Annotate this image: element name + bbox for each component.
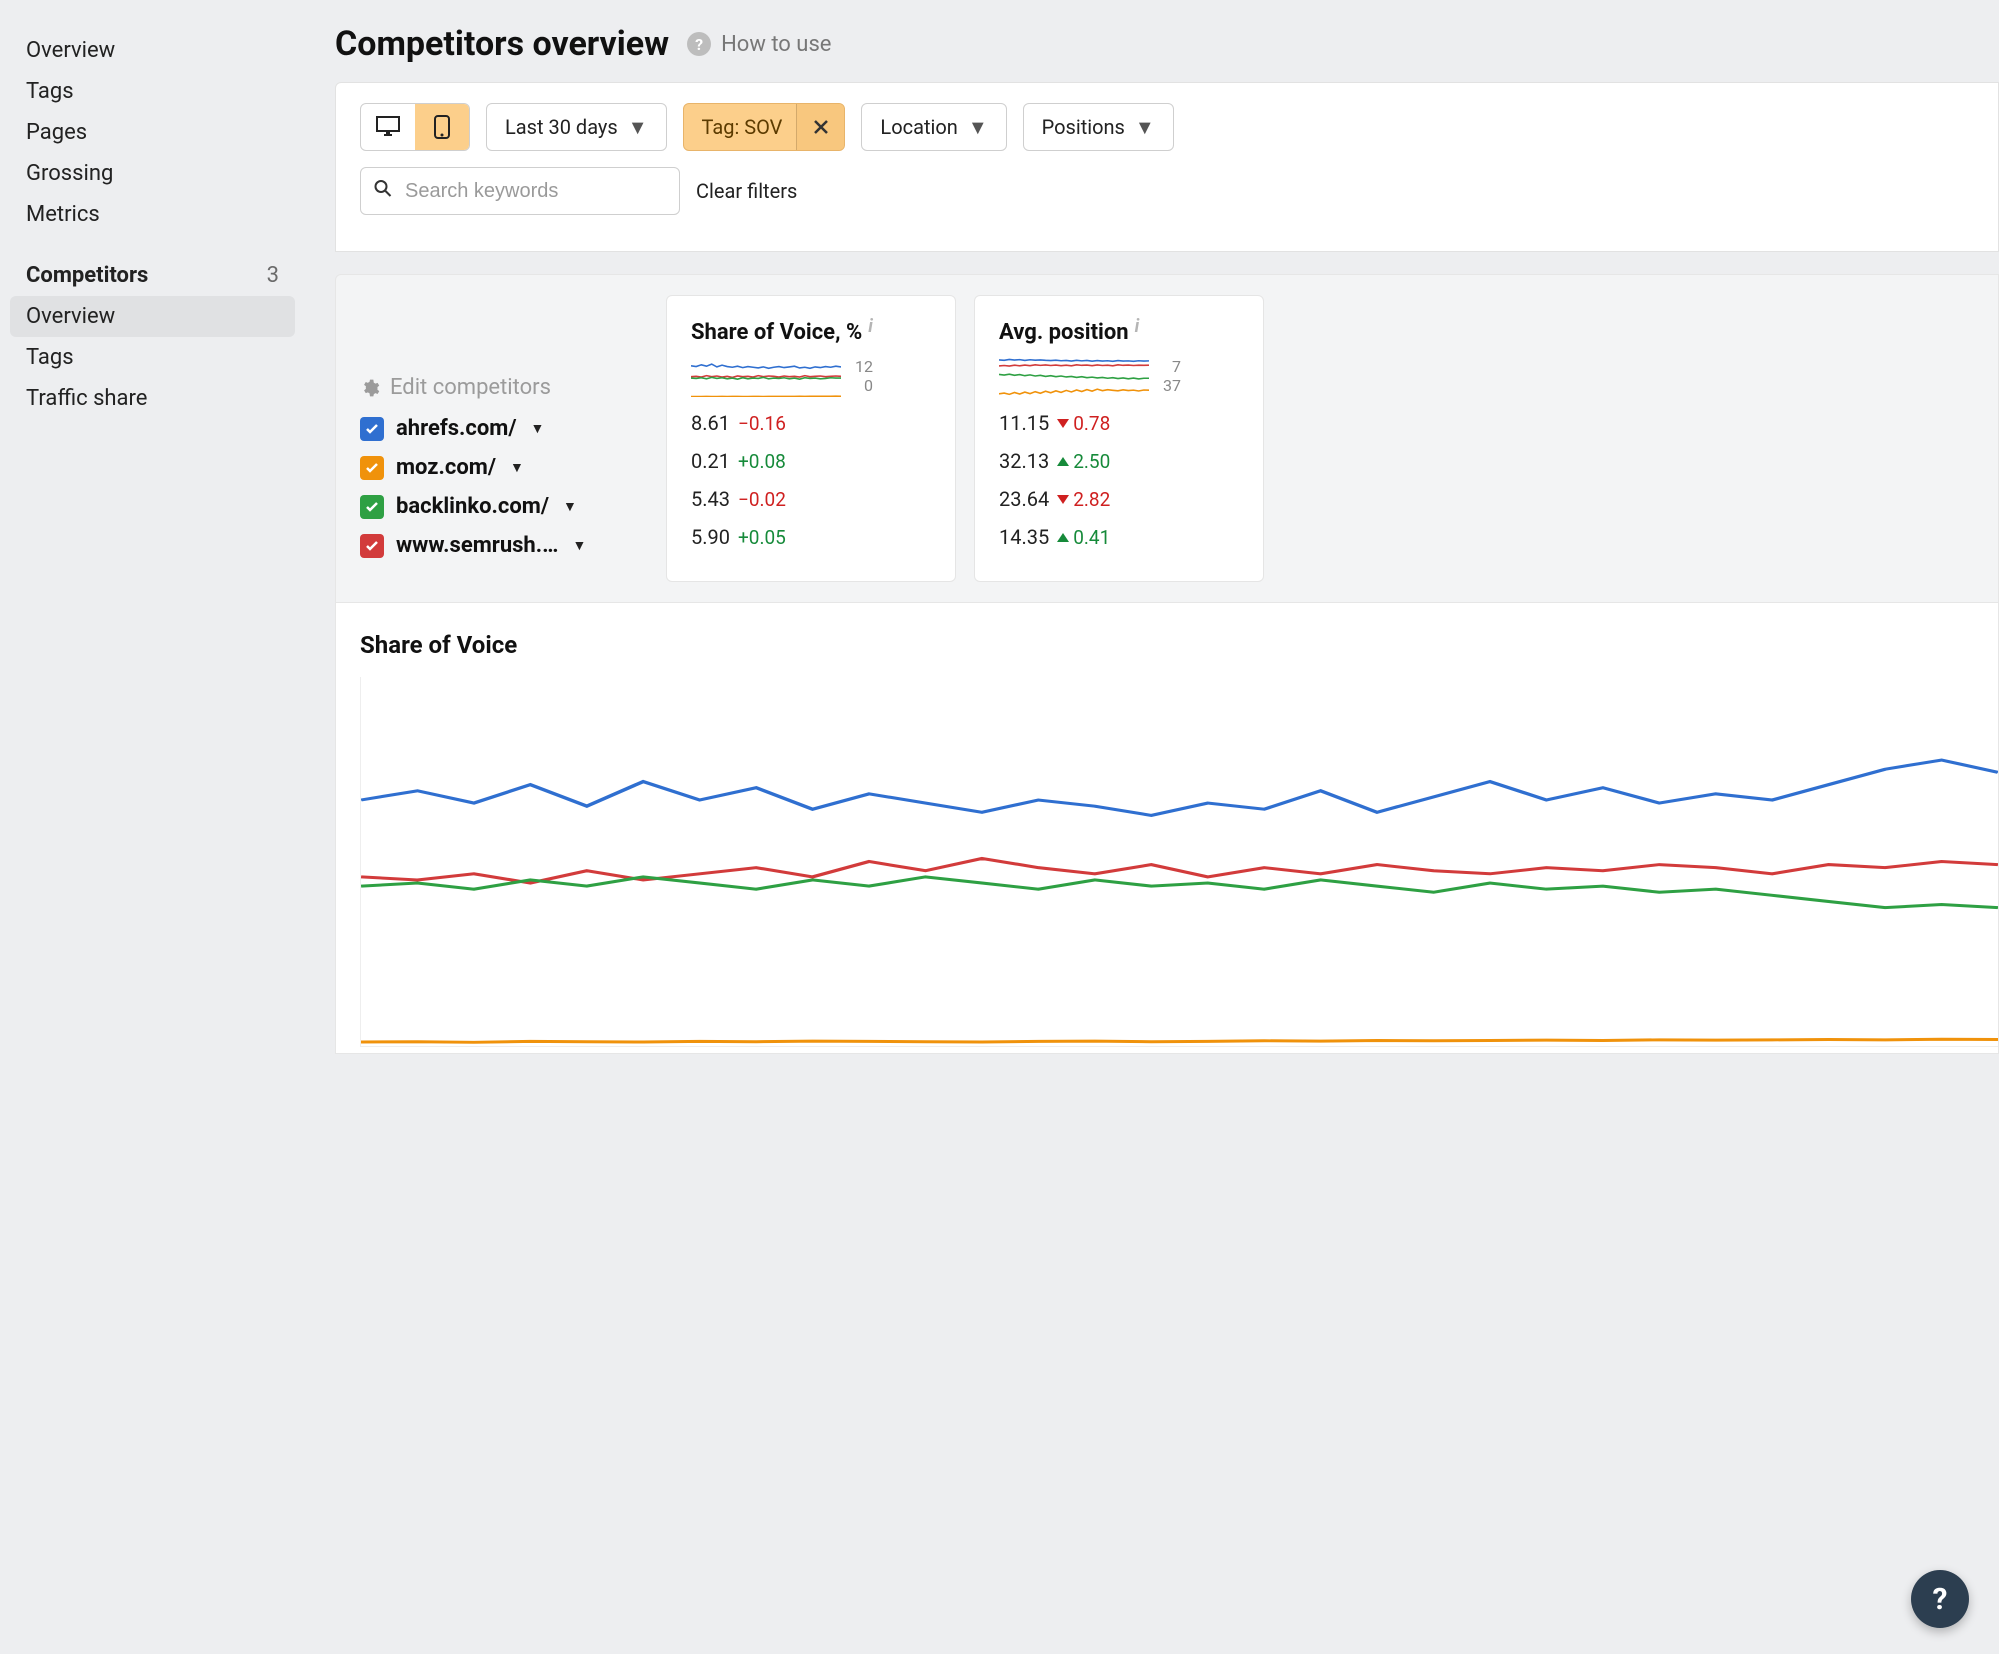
sidebar-item-grossing[interactable]: Grossing bbox=[0, 153, 305, 194]
competitor-row[interactable]: ahrefs.com/ ▼ bbox=[360, 416, 648, 441]
info-icon[interactable]: i bbox=[868, 316, 873, 337]
device-desktop-button[interactable] bbox=[361, 104, 415, 150]
help-fab[interactable]: ? bbox=[1911, 1570, 1969, 1628]
sidebar-item-pages[interactable]: Pages bbox=[0, 112, 305, 153]
main: Competitors overview ? How to use Last 3… bbox=[305, 0, 1999, 1054]
sidebar-item-competitors-overview[interactable]: Overview bbox=[10, 296, 295, 337]
sidebar-item-tags[interactable]: Tags bbox=[0, 71, 305, 112]
metric-delta: 0.78 bbox=[1057, 412, 1110, 435]
date-range-select[interactable]: Last 30 days ▼ bbox=[486, 103, 667, 151]
caret-down-icon: ▼ bbox=[530, 420, 544, 437]
how-to-use-link[interactable]: ? How to use bbox=[687, 32, 831, 57]
competitor-checkbox[interactable] bbox=[360, 456, 384, 480]
help-icon: ? bbox=[687, 32, 711, 56]
caret-down-icon: ▼ bbox=[510, 459, 524, 476]
caret-down-icon: ▼ bbox=[563, 498, 577, 515]
metric-value: 11.15 bbox=[999, 411, 1049, 435]
avg-range: 7 37 bbox=[1163, 357, 1181, 395]
gear-icon bbox=[360, 378, 380, 398]
metric-value: 5.90 bbox=[691, 525, 730, 549]
chart-title: Share of Voice bbox=[360, 631, 1998, 659]
location-select[interactable]: Location ▼ bbox=[861, 103, 1006, 151]
trend-arrow-icon bbox=[1057, 533, 1069, 542]
device-mobile-button[interactable] bbox=[415, 104, 469, 150]
sidebar-item-traffic-share[interactable]: Traffic share bbox=[0, 378, 305, 419]
competitor-row[interactable]: moz.com/ ▼ bbox=[360, 455, 648, 480]
info-icon[interactable]: i bbox=[1135, 316, 1140, 337]
competitors-legend: Edit competitors ahrefs.com/▼moz.com/▼ba… bbox=[336, 275, 666, 602]
sidebar: Overview Tags Pages Grossing Metrics Com… bbox=[0, 0, 305, 1054]
chart-section: Share of Voice bbox=[336, 602, 1998, 1053]
metric-delta: 2.50 bbox=[1057, 450, 1110, 473]
metric-row: 23.64 2.82 bbox=[999, 487, 1239, 511]
trend-arrow-icon bbox=[1057, 457, 1069, 466]
competitor-name: ahrefs.com/ bbox=[396, 416, 516, 441]
clear-filters-button[interactable]: Clear filters bbox=[696, 179, 797, 203]
metric-row: 5.90 +0.05 bbox=[691, 525, 931, 549]
page-title: Competitors overview bbox=[335, 24, 669, 64]
metric-value: 8.61 bbox=[691, 411, 730, 435]
avg-position-card: Avg. position i 7 37 11.15 0.78 32.13 2.50 2… bbox=[974, 295, 1264, 582]
competitors-count-badge: 3 bbox=[267, 263, 279, 288]
search-icon bbox=[374, 179, 392, 204]
sidebar-group-competitors: Competitors 3 bbox=[0, 255, 305, 296]
competitor-row[interactable]: backlinko.com/ ▼ bbox=[360, 494, 648, 519]
metric-row: 32.13 2.50 bbox=[999, 449, 1239, 473]
competitor-name: www.semrush.… bbox=[396, 533, 558, 558]
caret-down-icon: ▼ bbox=[572, 537, 586, 554]
caret-down-icon: ▼ bbox=[968, 115, 988, 140]
sidebar-item-metrics[interactable]: Metrics bbox=[0, 194, 305, 235]
caret-down-icon: ▼ bbox=[628, 115, 648, 140]
metric-row: 14.35 0.41 bbox=[999, 525, 1239, 549]
metric-delta: 0.41 bbox=[1057, 526, 1110, 549]
tag-filter-chip[interactable]: Tag: SOV bbox=[683, 103, 846, 151]
metric-delta: +0.08 bbox=[738, 450, 786, 473]
close-icon bbox=[812, 118, 830, 136]
metric-delta: −0.02 bbox=[738, 488, 786, 511]
sidebar-item-competitors-tags[interactable]: Tags bbox=[0, 337, 305, 378]
device-toggle bbox=[360, 103, 470, 151]
edit-competitors-button[interactable]: Edit competitors bbox=[360, 375, 648, 400]
metric-row: 8.61 −0.16 bbox=[691, 411, 931, 435]
mobile-icon bbox=[434, 115, 450, 139]
metric-row: 11.15 0.78 bbox=[999, 411, 1239, 435]
sidebar-item-overview[interactable]: Overview bbox=[0, 30, 305, 71]
competitor-name: backlinko.com/ bbox=[396, 494, 549, 519]
trend-arrow-icon bbox=[1057, 419, 1069, 428]
competitor-row[interactable]: www.semrush.… ▼ bbox=[360, 533, 648, 558]
metric-title: Avg. position bbox=[999, 320, 1129, 345]
competitors-cards-panel: Edit competitors ahrefs.com/▼moz.com/▼ba… bbox=[335, 274, 1999, 1054]
filters-panel: Last 30 days ▼ Tag: SOV Location ▼ Posit… bbox=[335, 82, 1999, 252]
metric-value: 14.35 bbox=[999, 525, 1049, 549]
search-input-wrap bbox=[360, 167, 680, 215]
avg-sparkline bbox=[999, 355, 1149, 397]
competitor-checkbox[interactable] bbox=[360, 417, 384, 441]
metric-title: Share of Voice, % bbox=[691, 320, 862, 345]
metric-value: 32.13 bbox=[999, 449, 1049, 473]
sov-sparkline bbox=[691, 355, 841, 397]
caret-down-icon: ▼ bbox=[1135, 115, 1155, 140]
competitor-name: moz.com/ bbox=[396, 455, 496, 480]
metric-row: 5.43 −0.02 bbox=[691, 487, 931, 511]
metric-row: 0.21 +0.08 bbox=[691, 449, 931, 473]
metric-delta: +0.05 bbox=[738, 526, 786, 549]
metric-value: 0.21 bbox=[691, 449, 730, 473]
search-keywords-input[interactable] bbox=[360, 167, 680, 215]
sov-range: 12 0 bbox=[855, 357, 873, 395]
remove-tag-filter-button[interactable] bbox=[796, 104, 844, 150]
share-of-voice-chart bbox=[360, 677, 1998, 1047]
competitor-checkbox[interactable] bbox=[360, 495, 384, 519]
trend-arrow-icon bbox=[1057, 495, 1069, 504]
metric-value: 23.64 bbox=[999, 487, 1049, 511]
metric-delta: 2.82 bbox=[1057, 488, 1110, 511]
metric-value: 5.43 bbox=[691, 487, 730, 511]
metric-delta: −0.16 bbox=[738, 412, 786, 435]
competitor-checkbox[interactable] bbox=[360, 534, 384, 558]
positions-select[interactable]: Positions ▼ bbox=[1023, 103, 1174, 151]
desktop-icon bbox=[376, 116, 400, 138]
share-of-voice-card: Share of Voice, % i 12 0 8.61 −0.16 0.21 +0… bbox=[666, 295, 956, 582]
